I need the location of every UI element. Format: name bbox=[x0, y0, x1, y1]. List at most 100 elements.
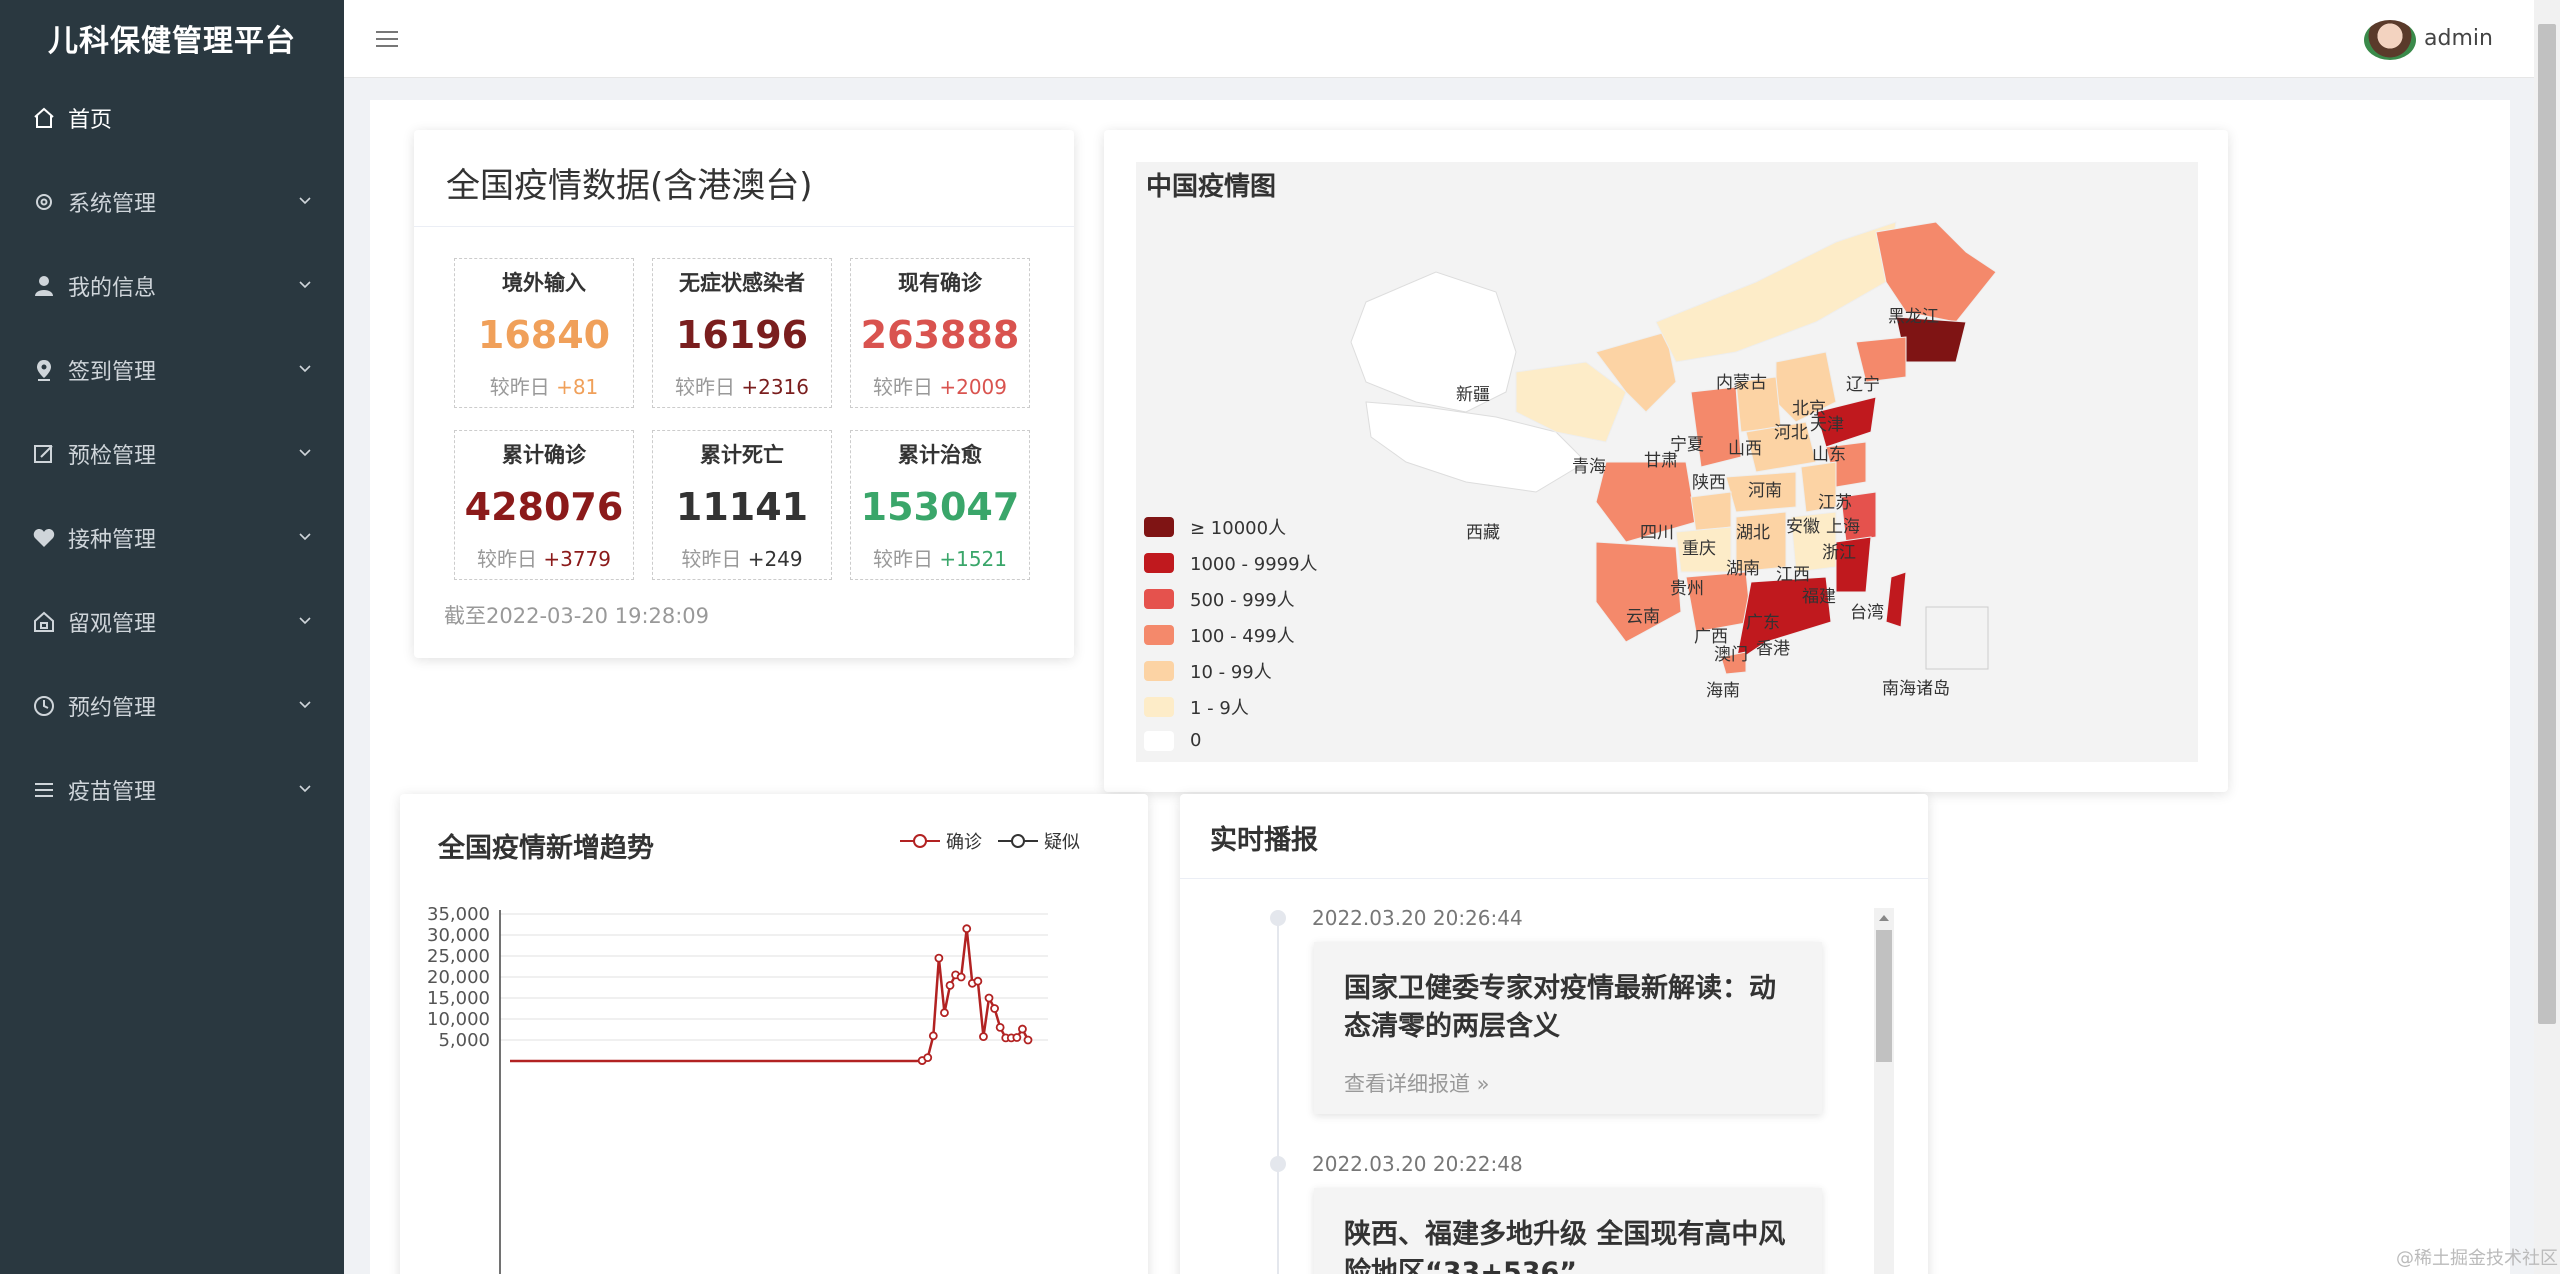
page-scrollbar[interactable] bbox=[2534, 0, 2560, 1274]
scrollbar-thumb[interactable] bbox=[1876, 930, 1892, 1062]
avatar[interactable] bbox=[2364, 20, 2416, 60]
data-point[interactable] bbox=[962, 924, 972, 934]
legend-label: 1 - 9人 bbox=[1190, 698, 1249, 719]
legend-label: 0 bbox=[1190, 730, 1202, 751]
stat-label: 境外输入 bbox=[502, 271, 586, 295]
data-point[interactable] bbox=[995, 1022, 1005, 1032]
y-tick-label: 25,000 bbox=[427, 946, 490, 967]
legend-item[interactable]: ≥ 10000人 bbox=[1144, 514, 1286, 540]
sidebar-item-observation[interactable]: 留观管理 bbox=[0, 580, 344, 664]
sidebar-item-system[interactable]: 系统管理 bbox=[0, 160, 344, 244]
news-card: 实时播报 2022.03.20 20:26:44 国家卫健委专家对疫情最新解读：… bbox=[1180, 794, 1928, 1274]
legend-item[interactable]: 500 - 999人 bbox=[1144, 586, 1295, 612]
y-tick-label: 20,000 bbox=[427, 967, 490, 988]
stat-delta: 较昨日 +1521 bbox=[851, 543, 1029, 572]
legend-item[interactable]: 1 - 9人 bbox=[1144, 694, 1249, 720]
menu-toggle-icon[interactable] bbox=[374, 26, 400, 52]
map-label: 黑龙江 bbox=[1888, 307, 1939, 327]
news-time: 2022.03.20 20:26:44 bbox=[1312, 906, 1523, 930]
map-label: 香港 bbox=[1756, 639, 1790, 659]
trend-chart[interactable]: 35,00030,00025,00020,00015,00010,0005,00… bbox=[400, 794, 1148, 1274]
delta-prefix: 较昨日 bbox=[489, 375, 550, 399]
chevron-down-icon bbox=[299, 701, 311, 709]
delta-prefix: 较昨日 bbox=[674, 375, 735, 399]
house-icon bbox=[30, 608, 58, 636]
top-header: admin bbox=[344, 0, 2534, 78]
data-point[interactable] bbox=[928, 1031, 938, 1041]
stat-delta: 较昨日 +2316 bbox=[653, 371, 831, 400]
data-point[interactable] bbox=[956, 972, 966, 982]
legend-label: ≥ 10000人 bbox=[1190, 518, 1287, 539]
data-point[interactable] bbox=[990, 1004, 999, 1013]
sidebar-item-myinfo[interactable]: 我的信息 bbox=[0, 244, 344, 328]
data-point[interactable] bbox=[973, 976, 983, 986]
read-more-label: 查看详细报道 bbox=[1344, 1072, 1470, 1096]
timeline-dot bbox=[1270, 1156, 1286, 1172]
map-label: 新疆 bbox=[1456, 385, 1490, 405]
map-label: 台湾 bbox=[1850, 603, 1884, 623]
legend-swatch bbox=[1144, 553, 1174, 573]
data-point[interactable] bbox=[979, 1032, 988, 1042]
sidebar-item-vaccination[interactable]: 接种管理 bbox=[0, 496, 344, 580]
data-point[interactable] bbox=[940, 1008, 949, 1018]
scroll-up-icon[interactable] bbox=[1874, 908, 1894, 928]
legend-swatch bbox=[1144, 589, 1174, 609]
data-point[interactable] bbox=[934, 953, 944, 963]
delta-value: +81 bbox=[556, 375, 599, 399]
news-item[interactable]: 国家卫健委专家对疫情最新解读：动态清零的两层含义 查看详细报道 » bbox=[1314, 942, 1822, 1114]
sidebar-item-label: 签到管理 bbox=[68, 360, 157, 385]
news-headline[interactable]: 国家卫健委专家对疫情最新解读：动态清零的两层含义 bbox=[1344, 970, 1792, 1046]
stat-box-total-cured: 累计治愈 153047 较昨日 +1521 bbox=[850, 430, 1030, 580]
data-point[interactable] bbox=[1018, 1024, 1027, 1034]
stat-box-current-confirmed: 现有确诊 263888 较昨日 +2009 bbox=[850, 258, 1030, 408]
delta-value: +2316 bbox=[741, 375, 809, 399]
stat-delta: 较昨日 +81 bbox=[455, 371, 633, 400]
data-point[interactable] bbox=[984, 993, 994, 1003]
legend-item[interactable]: 1000 - 9999人 bbox=[1144, 550, 1318, 576]
news-item[interactable]: 陕西、福建多地升级 全国现有高中风险地区“33+536” bbox=[1314, 1188, 1822, 1274]
data-point[interactable] bbox=[1023, 1035, 1033, 1045]
stats-card: 全国疫情数据(含港澳台) 境外输入 16840 较昨日 +81 无症状感染者 1… bbox=[414, 130, 1074, 658]
delta-value: +3779 bbox=[543, 547, 611, 571]
chevron-down-icon bbox=[299, 785, 311, 793]
sidebar-item-home[interactable]: 首页 bbox=[0, 76, 344, 160]
map-label: 江苏 bbox=[1818, 493, 1852, 513]
legend-label: 500 - 999人 bbox=[1190, 590, 1295, 611]
stat-value: 428076 bbox=[464, 485, 624, 529]
legend-item[interactable]: 100 - 499人 bbox=[1144, 622, 1295, 648]
news-scrollbar[interactable] bbox=[1874, 908, 1894, 1274]
legend-item[interactable]: 10 - 99人 bbox=[1144, 658, 1272, 684]
sidebar-item-checkin[interactable]: 签到管理 bbox=[0, 328, 344, 412]
sidebar-item-label: 预约管理 bbox=[68, 696, 157, 721]
app-title: 儿科保健管理平台 bbox=[48, 24, 296, 59]
list-icon bbox=[30, 776, 58, 804]
data-point[interactable] bbox=[1012, 1033, 1022, 1042]
chevron-down-icon bbox=[299, 365, 311, 373]
edit-icon bbox=[30, 440, 58, 468]
scrollbar-thumb[interactable] bbox=[2538, 24, 2556, 1024]
username[interactable]: admin bbox=[2424, 26, 2493, 51]
double-chevron-right-icon: » bbox=[1470, 1072, 1490, 1096]
map-label: 河南 bbox=[1748, 481, 1782, 501]
map-label: 湖北 bbox=[1736, 523, 1770, 543]
stat-box-total-confirmed: 累计确诊 428076 较昨日 +3779 bbox=[454, 430, 634, 580]
data-point[interactable] bbox=[945, 980, 955, 990]
sidebar-item-precheck[interactable]: 预检管理 bbox=[0, 412, 344, 496]
chevron-down-icon bbox=[299, 533, 311, 541]
sidebar-item-appointment[interactable]: 预约管理 bbox=[0, 664, 344, 748]
read-more-link[interactable]: 查看详细报道 » bbox=[1344, 1068, 1792, 1098]
map-label: 贵州 bbox=[1670, 579, 1704, 599]
delta-value: +1521 bbox=[939, 547, 1007, 571]
stat-label: 累计治愈 bbox=[898, 443, 982, 467]
data-point[interactable] bbox=[923, 1053, 933, 1063]
legend-swatch bbox=[1144, 517, 1174, 537]
map-label: 辽宁 bbox=[1846, 375, 1880, 395]
legend-item[interactable]: 0 bbox=[1144, 730, 1201, 751]
map-label: 天津 bbox=[1810, 415, 1844, 435]
user-icon bbox=[30, 272, 58, 300]
news-headline[interactable]: 陕西、福建多地升级 全国现有高中风险地区“33+536” bbox=[1344, 1216, 1792, 1274]
map-label: 南海诸岛 bbox=[1882, 679, 1950, 699]
timeline-dot bbox=[1270, 910, 1286, 926]
sidebar-item-label: 首页 bbox=[68, 108, 113, 133]
sidebar-item-vaccine[interactable]: 疫苗管理 bbox=[0, 748, 344, 832]
